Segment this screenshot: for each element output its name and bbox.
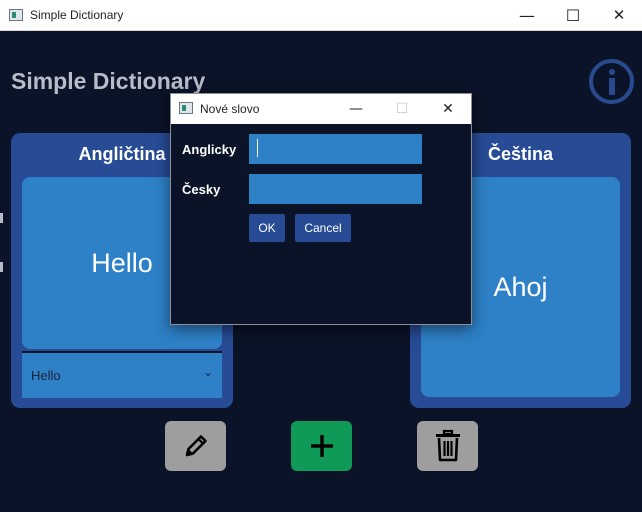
info-icon [609,69,615,75]
add-word-button[interactable] [291,421,352,471]
delete-button[interactable] [417,421,478,471]
minimize-button[interactable]: — [504,0,550,31]
dialog-close-button[interactable]: ✕ [425,94,471,124]
dialog-maximize-button: ☐ [395,101,409,117]
dialog-title: Nové slovo [200,102,260,116]
edit-button[interactable] [165,421,226,471]
app-icon [9,9,23,21]
page-title: Simple Dictionary [11,68,206,94]
dialog-app-icon [179,102,193,114]
window-edge-artifact [0,262,3,272]
czech-field-label: Česky [182,182,221,197]
czech-word: Ahoj [493,271,548,302]
maximize-button[interactable]: ☐ [550,0,596,31]
new-word-dialog: Nové slovo — ☐ ✕ Anglicky Česky OK Cance… [170,93,472,325]
window-titlebar: Simple Dictionary — ☐ ✕ [0,0,642,31]
dialog-titlebar: Nové slovo — ☐ ✕ [171,94,471,124]
english-field-label: Anglicky [182,142,237,157]
english-select-value: Hello [31,368,61,383]
chevron-down-icon: ⌄ [202,365,213,379]
cancel-button[interactable]: Cancel [295,214,351,242]
english-word: Hello [91,247,153,278]
plus-icon [310,435,333,457]
dialog-minimize-button[interactable]: — [333,94,379,124]
info-button[interactable] [589,59,634,104]
window-title: Simple Dictionary [30,8,124,22]
english-word-input[interactable] [249,134,422,164]
close-button[interactable]: ✕ [596,0,642,31]
window-edge-artifact [0,213,3,223]
trash-icon [435,429,460,462]
pencil-icon [185,435,207,457]
text-cursor [257,139,258,157]
ok-button[interactable]: OK [249,214,285,242]
english-word-select[interactable]: Hello ⌄ [22,351,222,398]
czech-word-input[interactable] [249,174,422,204]
